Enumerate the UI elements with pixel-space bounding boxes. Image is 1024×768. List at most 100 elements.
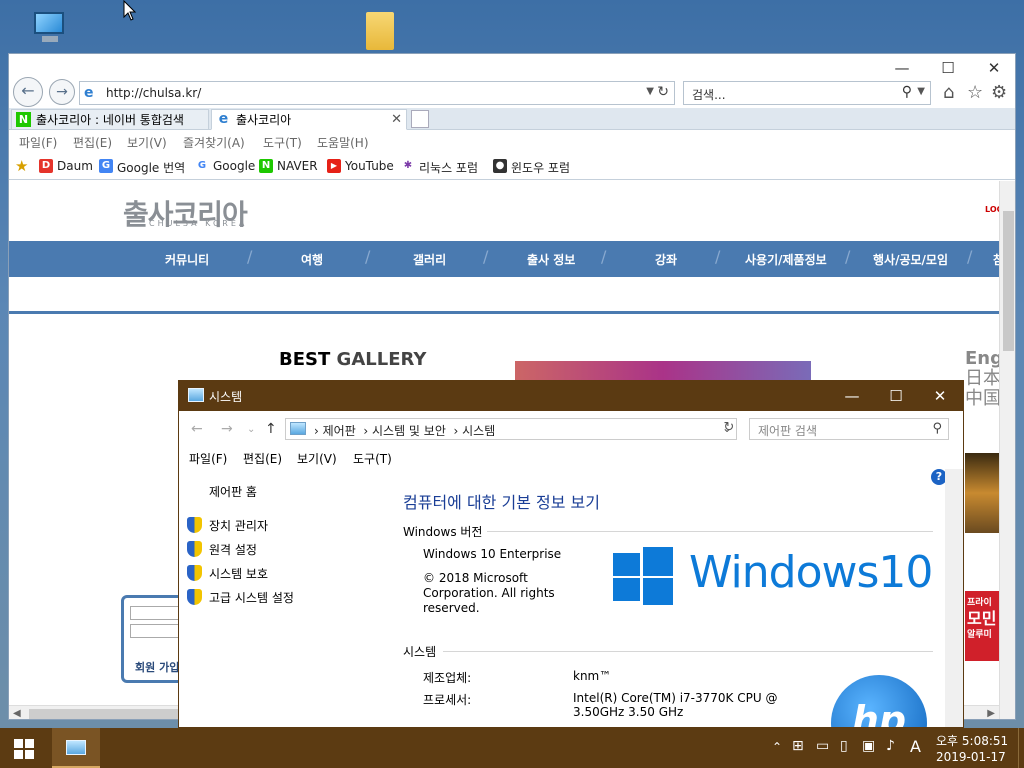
best-gallery-heading: BEST GALLERY (279, 349, 426, 370)
menu-view[interactable]: 보기(V) (127, 134, 167, 151)
manufacturer-value: knm™ (573, 669, 612, 683)
site-navbar: 커뮤니티 / 여행 / 갤러리 / 출사 정보 / 강좌 / 사용기/제품정보 … (9, 241, 999, 277)
usb-icon[interactable]: ▯ (840, 738, 848, 754)
back-arrow-icon[interactable]: ← (191, 421, 203, 437)
menu-edit[interactable]: 편집(E) (73, 134, 112, 151)
search-icon[interactable]: ⚲ (932, 421, 942, 436)
fav-naver[interactable]: N NAVER (259, 159, 318, 173)
back-button[interactable]: ← (13, 77, 43, 107)
page-title: 컴퓨터에 대한 기본 정보 보기 (403, 493, 600, 512)
remote-settings-link[interactable]: 원격 설정 (187, 541, 257, 558)
vertical-scrollbar[interactable] (999, 181, 1015, 719)
chevron-down-icon[interactable]: ▼ (917, 86, 925, 97)
close-icon[interactable]: ✕ (391, 110, 402, 130)
advanced-system-settings-link[interactable]: 고급 시스템 설정 (187, 589, 294, 606)
menu-tools[interactable]: 도구(T) (263, 134, 302, 151)
chevron-down-icon[interactable]: ▼ (646, 86, 654, 97)
control-panel-home-link[interactable]: 제어판 홈 (209, 483, 257, 500)
fav-daum[interactable]: D Daum (39, 159, 93, 173)
minimize-button[interactable]: — (829, 384, 875, 408)
up-arrow-icon[interactable]: ↑ (265, 421, 277, 437)
login-link[interactable]: LOG (985, 205, 999, 214)
menu-file[interactable]: 파일(F) (19, 134, 57, 151)
fav-label: 윈도우 포럼 (511, 161, 571, 175)
menu-help[interactable]: 도움말(H) (317, 134, 369, 151)
refresh-icon[interactable]: ↻ (657, 84, 669, 100)
favorites-bar: ★ D Daum G Google 번역 G Google N NAVER ▶ YouTu… (9, 154, 1015, 180)
nav-travel[interactable]: 여행 (301, 251, 323, 268)
address-bar-row: ← → e http://chulsa.kr/ ▼ ↻ 검색... ⚲ ▼ — … (9, 54, 1015, 108)
logo-pane (643, 547, 673, 576)
windows-update-icon[interactable]: ▭ (816, 738, 829, 754)
device-manager-link[interactable]: 장치 관리자 (187, 517, 268, 534)
taskbar-control-panel-button[interactable] (52, 728, 100, 768)
home-icon[interactable]: ⌂ (943, 82, 954, 103)
fav-youtube[interactable]: ▶ YouTube (327, 159, 394, 173)
start-button[interactable] (0, 728, 48, 768)
scroll-left-icon[interactable]: ◀ (13, 708, 21, 719)
gear-icon[interactable]: ⚙ (991, 82, 1007, 103)
side-link-label: 장치 관리자 (209, 519, 269, 533)
ime-indicator[interactable]: A (910, 737, 921, 756)
recent-chevron-icon[interactable]: ⌄ (247, 424, 255, 435)
maximize-button[interactable]: ☐ (925, 56, 971, 80)
close-button[interactable]: ✕ (917, 384, 963, 408)
system-protection-link[interactable]: 시스템 보호 (187, 565, 268, 582)
menu-tools[interactable]: 도구(T) (353, 450, 392, 467)
search-icon[interactable]: ⚲ (902, 84, 912, 100)
monitor-screen (34, 12, 64, 34)
window-titlebar[interactable]: 시스템 — ☐ ✕ (179, 381, 963, 411)
crumb-control-panel[interactable]: 제어판 (323, 424, 356, 438)
tab-chulsa[interactable]: e 출사코리아 ✕ (211, 109, 407, 130)
fav-linux-forum[interactable]: ✱ 리눅스 포럼 (401, 159, 478, 176)
show-hidden-icons-chevron-icon[interactable]: ⌃ (772, 740, 782, 754)
tab-naver-search[interactable]: N 출사코리아 : 네이버 통합검색 (11, 109, 209, 130)
add-favorite-star-icon[interactable]: ★ (15, 157, 28, 175)
search-input[interactable]: 검색... ⚲ ▼ (683, 81, 931, 105)
promo-line: 알루미 (967, 630, 992, 640)
nav-community[interactable]: 커뮤니티 (165, 251, 209, 268)
refresh-icon[interactable]: ↻ (720, 420, 738, 440)
clock[interactable]: 오후 5:08:51 2019-01-17 (936, 733, 1008, 765)
menu-view[interactable]: 보기(V) (297, 450, 337, 467)
minimize-button[interactable]: — (879, 56, 925, 80)
forward-arrow-icon[interactable]: → (221, 421, 233, 437)
breadcrumb[interactable]: › 제어판 › 시스템 및 보안 › 시스템 ⌄ (285, 418, 737, 440)
scroll-right-icon[interactable]: ▶ (987, 708, 995, 719)
close-button[interactable]: ✕ (971, 56, 1015, 80)
crumb-system[interactable]: 시스템 (462, 424, 495, 438)
nav-gallery[interactable]: 갤러리 (413, 251, 446, 268)
folder-desktop-icon[interactable] (366, 12, 394, 50)
side-photo-thumbnail[interactable] (965, 453, 999, 533)
nav-lectures[interactable]: 강좌 (655, 251, 677, 268)
crumb-system-security[interactable]: 시스템 및 보안 (372, 424, 446, 438)
network-icon[interactable]: ⊞ (792, 738, 804, 754)
vertical-scrollbar[interactable] (945, 469, 963, 727)
menu-file[interactable]: 파일(F) (189, 450, 227, 467)
nav-photo-info[interactable]: 출사 정보 (527, 251, 575, 268)
language-box[interactable]: Eng 日本 中国 (965, 349, 999, 409)
fav-windows-forum[interactable]: ● 윈도우 포럼 (493, 159, 570, 176)
windows-10-wordmark: Windows10 (689, 547, 933, 598)
this-pc-desktop-icon[interactable] (30, 10, 70, 46)
new-tab-button[interactable] (411, 110, 429, 128)
best-label: BEST (279, 349, 331, 370)
fav-google-translate[interactable]: G Google 번역 (99, 159, 185, 176)
processor-label: 프로세서: (423, 693, 472, 707)
monitor-icon[interactable]: ▣ (862, 738, 875, 754)
menu-favorites[interactable]: 즐겨찾기(A) (183, 134, 245, 151)
forward-button[interactable]: → (49, 79, 75, 105)
nav-reviews[interactable]: 사용기/제품정보 (745, 251, 827, 268)
menu-edit[interactable]: 편집(E) (243, 450, 282, 467)
member-join-link[interactable]: 회원 가입 (135, 659, 179, 675)
favorites-star-icon[interactable]: ☆ (967, 82, 983, 103)
url-field[interactable]: e http://chulsa.kr/ ▼ ↻ (79, 81, 675, 105)
volume-icon[interactable]: ♪ (886, 738, 895, 754)
nav-events[interactable]: 행사/공모/모임 (873, 251, 948, 268)
promo-banner[interactable]: 프라이 모민 알루미 (965, 591, 999, 661)
control-panel-search-input[interactable]: 제어판 검색 ⚲ (749, 418, 949, 440)
maximize-button[interactable]: ☐ (873, 384, 919, 408)
fav-google[interactable]: G Google (195, 159, 255, 173)
scroll-thumb[interactable] (1003, 211, 1014, 351)
show-desktop-button[interactable] (1018, 728, 1024, 768)
